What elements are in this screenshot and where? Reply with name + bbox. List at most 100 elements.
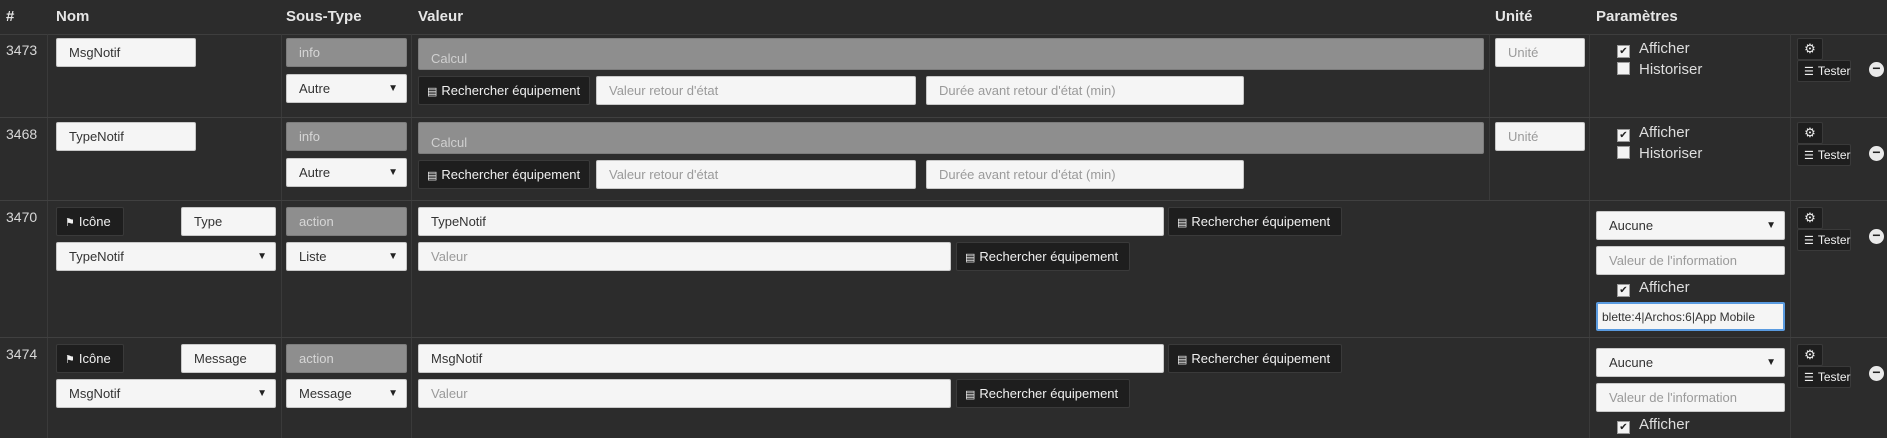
- configure-button[interactable]: ⚙: [1797, 207, 1823, 229]
- button-label: Tester: [1817, 233, 1851, 247]
- subtype-select[interactable]: Liste ▼: [286, 242, 407, 271]
- valeur-retour-input[interactable]: [596, 160, 916, 189]
- col-divider: [411, 201, 412, 337]
- cogs-icon: ⚙: [1804, 210, 1816, 225]
- afficher-checkbox[interactable]: ✔ Afficher: [1617, 124, 1690, 142]
- checkbox-checked-icon: ✔: [1617, 129, 1630, 142]
- minus-circle-icon: −: [1872, 227, 1881, 243]
- remove-row-button[interactable]: −: [1869, 144, 1884, 161]
- col-divider: [1489, 118, 1490, 200]
- caret-down-icon: ▼: [1766, 220, 1776, 231]
- list-icon: ▤: [427, 170, 438, 182]
- col-divider: [281, 338, 282, 438]
- button-label: Tester: [1817, 148, 1851, 162]
- col-divider: [1790, 34, 1791, 117]
- minus-circle-icon: −: [1872, 60, 1881, 76]
- tester-button[interactable]: ☰ Tester: [1797, 144, 1851, 166]
- afficher-checkbox[interactable]: ✔ Afficher: [1617, 40, 1690, 58]
- historiser-checkbox[interactable]: Historiser: [1617, 145, 1702, 162]
- header-params: Paramètres: [1596, 8, 1678, 25]
- name-input[interactable]: [56, 122, 196, 151]
- subtype-select[interactable]: Autre ▼: [286, 158, 407, 187]
- row-id: 3470: [6, 209, 38, 225]
- list-value-input[interactable]: [1596, 302, 1785, 331]
- valeur-input[interactable]: [418, 242, 951, 271]
- icone-button[interactable]: ⚑ Icône: [56, 207, 124, 236]
- rechercher-equipement-button[interactable]: ▤ Rechercher équipement: [956, 242, 1130, 271]
- col-divider: [47, 201, 48, 337]
- name-input[interactable]: [181, 207, 276, 236]
- afficher-checkbox[interactable]: ✔ Afficher: [1617, 416, 1690, 434]
- list-icon: ▤: [965, 252, 976, 264]
- unite-input[interactable]: [1495, 38, 1585, 67]
- valeur-input[interactable]: [418, 379, 951, 408]
- rechercher-equipement-button[interactable]: ▤ Rechercher équipement: [418, 76, 590, 105]
- duree-retour-input[interactable]: [926, 76, 1244, 105]
- configure-button[interactable]: ⚙: [1797, 344, 1823, 366]
- icone-button[interactable]: ⚑ Icône: [56, 344, 124, 373]
- remove-row-button[interactable]: −: [1869, 60, 1884, 77]
- header-id: #: [6, 8, 15, 25]
- list-icon: ▤: [965, 389, 976, 401]
- valeur-info-input[interactable]: [1596, 383, 1785, 412]
- button-label: Rechercher équipement: [979, 386, 1119, 401]
- configure-button[interactable]: ⚙: [1797, 122, 1823, 144]
- subtype-value: Message: [299, 386, 352, 401]
- afficher-checkbox[interactable]: ✔ Afficher: [1617, 279, 1690, 297]
- checkbox-unchecked-icon: [1617, 62, 1630, 75]
- caret-down-icon: ▼: [257, 388, 267, 399]
- minus-circle-icon: −: [1872, 144, 1881, 160]
- button-label: Icône: [78, 351, 111, 366]
- type-input: [286, 344, 407, 373]
- duree-retour-input[interactable]: [926, 160, 1244, 189]
- param-select[interactable]: Aucune ▼: [1596, 348, 1785, 377]
- param-select-value: Aucune: [1609, 218, 1654, 233]
- tester-button[interactable]: ☰ Tester: [1797, 366, 1851, 388]
- param-select[interactable]: Aucune ▼: [1596, 211, 1785, 240]
- rechercher-equipement-button[interactable]: ▤ Rechercher équipement: [418, 160, 590, 189]
- checkbox-label: Afficher: [1639, 40, 1690, 57]
- col-divider: [281, 34, 282, 117]
- type-input: [286, 207, 407, 236]
- header-valeur: Valeur: [418, 8, 464, 25]
- subtype-select[interactable]: Message ▼: [286, 379, 407, 408]
- name-input[interactable]: [56, 38, 196, 67]
- col-divider: [281, 118, 282, 200]
- linked-info-value: TypeNotif: [69, 249, 124, 264]
- subtype-value: Autre: [299, 165, 331, 180]
- name-input[interactable]: [181, 344, 276, 373]
- row-id: 3474: [6, 346, 38, 362]
- col-divider: [1589, 118, 1590, 200]
- header-soustype: Sous-Type: [286, 8, 362, 25]
- calcul-field: [418, 122, 1484, 154]
- value-cmd-input[interactable]: [418, 207, 1164, 236]
- rechercher-equipement-button[interactable]: ▤ Rechercher équipement: [956, 379, 1130, 408]
- linked-info-select[interactable]: MsgNotif ▼: [56, 379, 276, 408]
- button-label: Rechercher équipement: [441, 167, 581, 182]
- tester-button[interactable]: ☰ Tester: [1797, 60, 1851, 82]
- button-label: Rechercher équipement: [1191, 351, 1331, 366]
- col-divider: [1589, 338, 1590, 438]
- minus-circle-icon: −: [1872, 364, 1881, 380]
- remove-row-button[interactable]: −: [1869, 364, 1884, 381]
- valeur-info-input[interactable]: [1596, 246, 1785, 275]
- linked-info-select[interactable]: TypeNotif ▼: [56, 242, 276, 271]
- col-divider: [411, 34, 412, 117]
- col-divider: [47, 118, 48, 200]
- rss-icon: ☰: [1804, 372, 1814, 384]
- configure-button[interactable]: ⚙: [1797, 38, 1823, 60]
- value-cmd-input[interactable]: [418, 344, 1164, 373]
- row-id: 3473: [6, 42, 38, 58]
- caret-down-icon: ▼: [257, 251, 267, 262]
- col-divider: [47, 34, 48, 117]
- valeur-retour-input[interactable]: [596, 76, 916, 105]
- rechercher-equipement-button[interactable]: ▤ Rechercher équipement: [1168, 207, 1342, 236]
- tester-button[interactable]: ☰ Tester: [1797, 229, 1851, 251]
- checkbox-checked-icon: ✔: [1617, 45, 1630, 58]
- subtype-select[interactable]: Autre ▼: [286, 74, 407, 103]
- rechercher-equipement-button[interactable]: ▤ Rechercher équipement: [1168, 344, 1342, 373]
- unite-input[interactable]: [1495, 122, 1585, 151]
- button-label: Tester: [1817, 64, 1851, 78]
- remove-row-button[interactable]: −: [1869, 227, 1884, 244]
- historiser-checkbox[interactable]: Historiser: [1617, 61, 1702, 78]
